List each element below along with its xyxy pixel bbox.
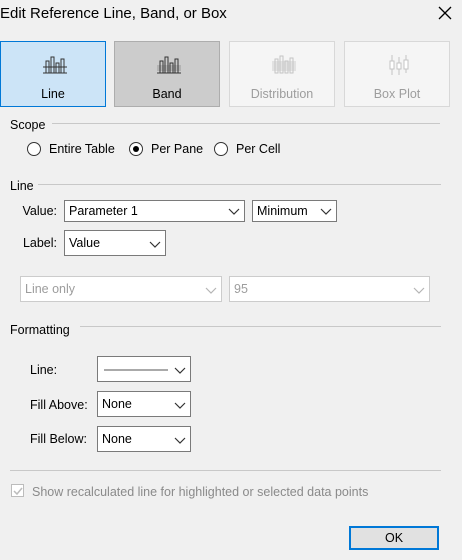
radio-per-pane[interactable]: Per Pane <box>129 142 203 156</box>
percent-dropdown-text: 95 <box>234 282 248 296</box>
chevron-down-icon <box>174 437 186 444</box>
checkmark-icon <box>13 487 23 496</box>
value-label: Value: <box>22 204 57 218</box>
value-dropdown-text: Parameter 1 <box>69 204 138 218</box>
tab-box-plot[interactable]: Box Plot <box>344 41 450 107</box>
fill-above-dropdown-text: None <box>102 397 132 411</box>
aggregation-dropdown[interactable]: Minimum <box>252 200 337 222</box>
chevron-down-icon <box>174 367 186 374</box>
chevron-down-icon <box>205 287 217 294</box>
radio-label: Per Pane <box>151 142 204 156</box>
line-chart-icon <box>43 56 67 74</box>
chevron-down-icon <box>174 402 186 409</box>
chevron-down-icon <box>320 208 332 215</box>
label-dropdown-text: Value <box>69 236 101 250</box>
distribution-chart-icon <box>272 55 296 74</box>
close-icon[interactable] <box>436 4 454 22</box>
ok-button[interactable]: OK <box>349 526 439 550</box>
label-dropdown[interactable]: Value <box>64 230 166 256</box>
tab-band[interactable]: Band <box>114 41 220 107</box>
tab-label: Distribution <box>250 87 314 101</box>
fill-below-dropdown[interactable]: None <box>97 426 191 452</box>
radio-label: Per Cell <box>236 142 281 156</box>
fill-below-dropdown-text: None <box>102 432 132 446</box>
line-heading: Line <box>10 179 34 193</box>
tab-line[interactable]: Line <box>0 41 106 107</box>
label-label: Label: <box>22 236 57 250</box>
recalculated-checkbox[interactable] <box>11 484 24 497</box>
radio-circle <box>27 142 41 156</box>
line-divider <box>38 184 441 185</box>
percent-dropdown[interactable]: 95 <box>229 276 430 302</box>
formatting-divider <box>80 326 441 327</box>
fill-below-label: Fill Below: <box>30 432 87 446</box>
chevron-down-icon <box>228 208 240 215</box>
radio-circle <box>214 142 228 156</box>
line-style-preview <box>104 369 168 371</box>
box-plot-icon <box>389 55 409 75</box>
window-title: Edit Reference Line, Band, or Box <box>0 5 227 22</box>
scope-divider <box>52 123 440 124</box>
line-style-label: Line: <box>30 363 58 377</box>
tab-label: Line <box>41 87 65 101</box>
fill-above-dropdown[interactable]: None <box>97 391 191 417</box>
fill-above-label: Fill Above: <box>30 398 88 412</box>
radio-circle-selected <box>129 142 143 156</box>
line-style-dropdown[interactable] <box>97 356 191 382</box>
line-type-dropdown-text: Line only <box>25 282 76 296</box>
tab-label: Band <box>152 87 182 101</box>
scope-heading: Scope <box>10 118 46 132</box>
line-type-dropdown[interactable]: Line only <box>20 276 222 302</box>
footer-divider <box>10 470 441 471</box>
formatting-heading: Formatting <box>10 323 70 337</box>
band-chart-icon <box>157 56 181 74</box>
tab-distribution[interactable]: Distribution <box>229 41 335 107</box>
aggregation-dropdown-text: Minimum <box>257 204 308 218</box>
chevron-down-icon <box>413 287 425 294</box>
recalculated-checkbox-label: Show recalculated line for highlighted o… <box>32 485 369 499</box>
radio-entire-table[interactable]: Entire Table <box>27 142 115 156</box>
radio-label: Entire Table <box>49 142 115 156</box>
value-dropdown[interactable]: Parameter 1 <box>64 200 245 222</box>
chevron-down-icon <box>149 241 161 248</box>
tab-label: Box Plot <box>373 87 421 101</box>
radio-per-cell[interactable]: Per Cell <box>214 142 280 156</box>
